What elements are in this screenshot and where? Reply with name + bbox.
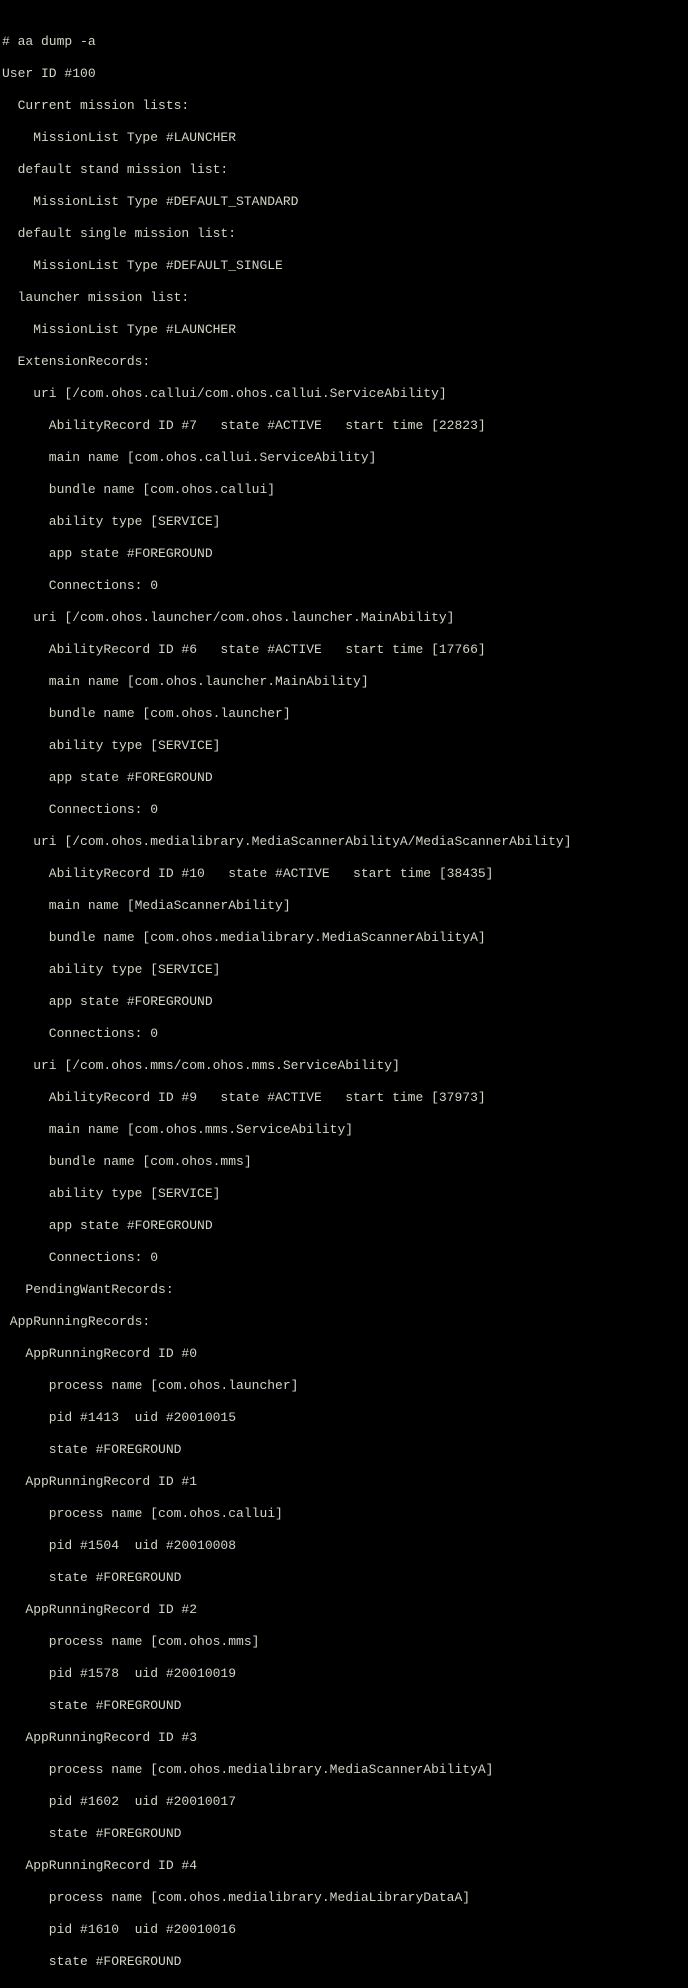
ext4-bundle: bundle name [com.ohos.mms] (2, 1154, 686, 1170)
ext2-app-state: app state #FOREGROUND (2, 770, 686, 786)
arr4-id: AppRunningRecord ID #4 (2, 1858, 686, 1874)
ext4-app-state: app state #FOREGROUND (2, 1218, 686, 1234)
ext3-record: AbilityRecord ID #10 state #ACTIVE start… (2, 866, 686, 882)
ext2-ability: ability type [SERVICE] (2, 738, 686, 754)
command-line: # aa dump -a (2, 34, 686, 50)
arr1-pid: pid #1504 uid #20010008 (2, 1538, 686, 1554)
arr1-id: AppRunningRecord ID #1 (2, 1474, 686, 1490)
extension-records-header: ExtensionRecords: (2, 354, 686, 370)
ext1-main: main name [com.ohos.callui.ServiceAbilit… (2, 450, 686, 466)
ext4-record: AbilityRecord ID #9 state #ACTIVE start … (2, 1090, 686, 1106)
arr0-state: state #FOREGROUND (2, 1442, 686, 1458)
arr3-id: AppRunningRecord ID #3 (2, 1730, 686, 1746)
ext4-ability: ability type [SERVICE] (2, 1186, 686, 1202)
arr2-pid: pid #1578 uid #20010019 (2, 1666, 686, 1682)
ext1-record: AbilityRecord ID #7 state #ACTIVE start … (2, 418, 686, 434)
ext4-uri: uri [/com.ohos.mms/com.ohos.mms.ServiceA… (2, 1058, 686, 1074)
ext2-main: main name [com.ohos.launcher.MainAbility… (2, 674, 686, 690)
ext1-bundle: bundle name [com.ohos.callui] (2, 482, 686, 498)
ext3-app-state: app state #FOREGROUND (2, 994, 686, 1010)
arr2-id: AppRunningRecord ID #2 (2, 1602, 686, 1618)
ext3-main: main name [MediaScannerAbility] (2, 898, 686, 914)
ext4-conn: Connections: 0 (2, 1250, 686, 1266)
arr0-pid: pid #1413 uid #20010015 (2, 1410, 686, 1426)
pending-want-header: PendingWantRecords: (2, 1282, 686, 1298)
current-mission-type: MissionList Type #LAUNCHER (2, 130, 686, 146)
launcher-mission-type: MissionList Type #LAUNCHER (2, 322, 686, 338)
prompt[interactable]: # (2, 1986, 686, 1988)
ext3-bundle: bundle name [com.ohos.medialibrary.Media… (2, 930, 686, 946)
ext1-ability: ability type [SERVICE] (2, 514, 686, 530)
default-single-header: default single mission list: (2, 226, 686, 242)
ext4-main: main name [com.ohos.mms.ServiceAbility] (2, 1122, 686, 1138)
default-stand-header: default stand mission list: (2, 162, 686, 178)
ext3-conn: Connections: 0 (2, 1026, 686, 1042)
default-single-type: MissionList Type #DEFAULT_SINGLE (2, 258, 686, 274)
arr3-state: state #FOREGROUND (2, 1826, 686, 1842)
arr3-pid: pid #1602 uid #20010017 (2, 1794, 686, 1810)
arr1-process: process name [com.ohos.callui] (2, 1506, 686, 1522)
arr2-process: process name [com.ohos.mms] (2, 1634, 686, 1650)
app-running-header: AppRunningRecords: (2, 1314, 686, 1330)
ext3-uri: uri [/com.ohos.medialibrary.MediaScanner… (2, 834, 686, 850)
user-id: User ID #100 (2, 66, 686, 82)
current-mission-header: Current mission lists: (2, 98, 686, 114)
ext1-uri: uri [/com.ohos.callui/com.ohos.callui.Se… (2, 386, 686, 402)
ext2-uri: uri [/com.ohos.launcher/com.ohos.launche… (2, 610, 686, 626)
arr4-state: state #FOREGROUND (2, 1954, 686, 1970)
default-stand-type: MissionList Type #DEFAULT_STANDARD (2, 194, 686, 210)
arr4-process: process name [com.ohos.medialibrary.Medi… (2, 1890, 686, 1906)
ext1-app-state: app state #FOREGROUND (2, 546, 686, 562)
ext2-conn: Connections: 0 (2, 802, 686, 818)
ext3-ability: ability type [SERVICE] (2, 962, 686, 978)
arr0-id: AppRunningRecord ID #0 (2, 1346, 686, 1362)
launcher-mission-header: launcher mission list: (2, 290, 686, 306)
arr4-pid: pid #1610 uid #20010016 (2, 1922, 686, 1938)
ext2-record: AbilityRecord ID #6 state #ACTIVE start … (2, 642, 686, 658)
arr1-state: state #FOREGROUND (2, 1570, 686, 1586)
ext2-bundle: bundle name [com.ohos.launcher] (2, 706, 686, 722)
arr3-process: process name [com.ohos.medialibrary.Medi… (2, 1762, 686, 1778)
ext1-conn: Connections: 0 (2, 578, 686, 594)
arr0-process: process name [com.ohos.launcher] (2, 1378, 686, 1394)
arr2-state: state #FOREGROUND (2, 1698, 686, 1714)
